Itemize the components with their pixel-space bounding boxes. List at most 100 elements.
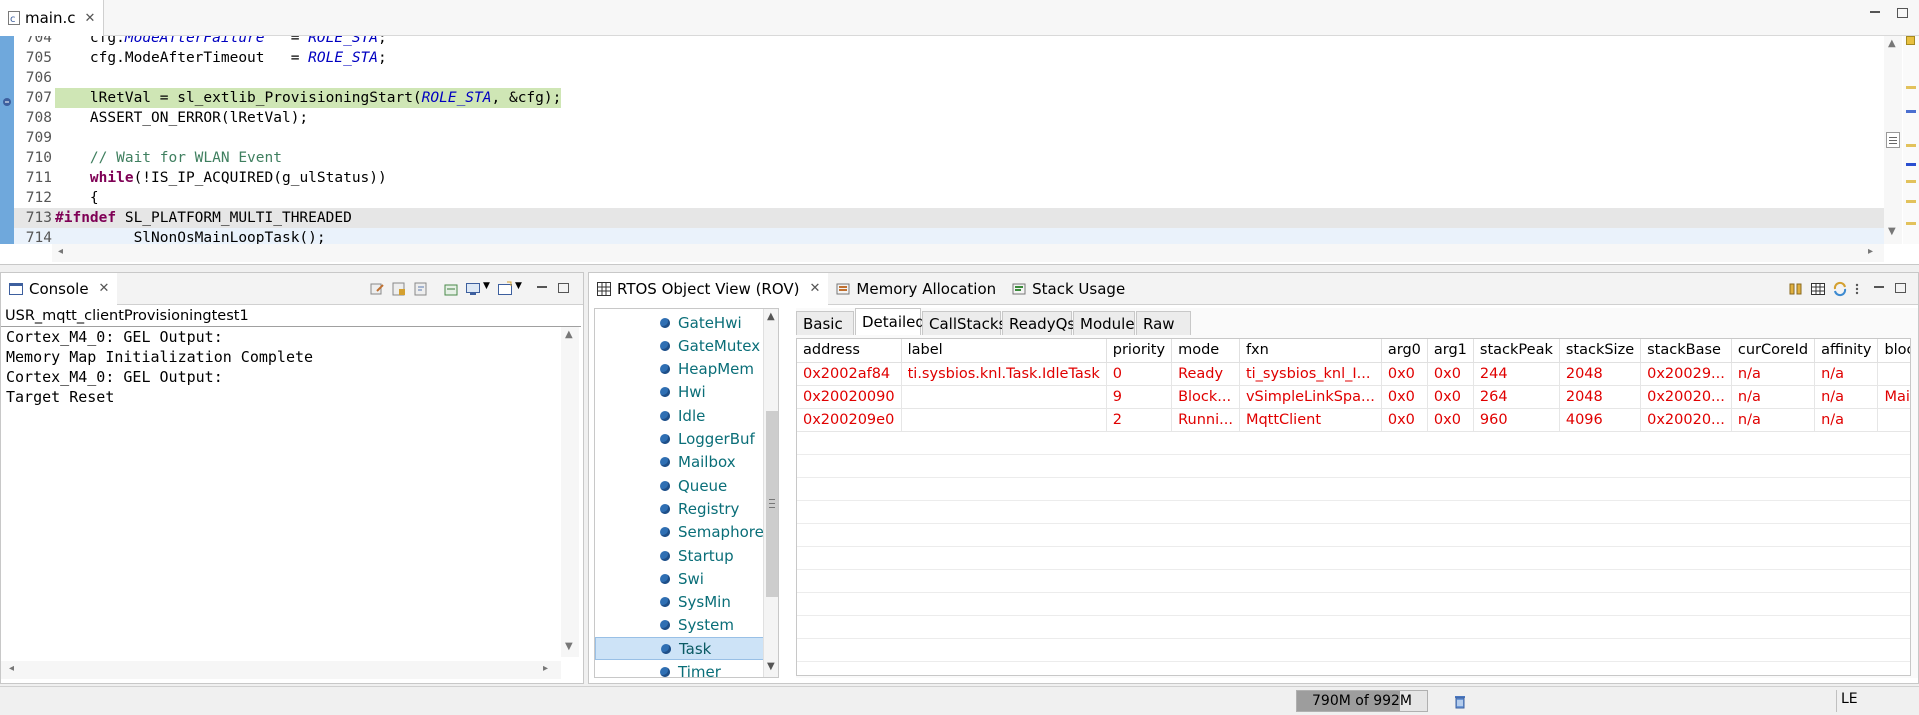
table-cell-label[interactable] (901, 385, 1107, 409)
table-icon[interactable] (1810, 281, 1826, 297)
subtab-readyqs[interactable]: ReadyQs (1002, 311, 1075, 335)
table-cell-stacksize[interactable]: 4096 (1559, 408, 1642, 432)
console-horizontal-scrollbar[interactable]: ◂ ▸ (1, 661, 561, 679)
code-editor[interactable]: 704 cfg.ModeAfterFailure = ROLE_STA; 705 … (0, 36, 1885, 244)
overview-mark[interactable] (1906, 163, 1916, 166)
scroll-up-icon[interactable]: ▲ (767, 311, 775, 322)
table-row[interactable]: 0x2002af84 ti.sysbios.knl.Task.IdleTask 0 R… (797, 362, 1910, 386)
table-cell-label[interactable] (901, 408, 1107, 432)
tree-item-registry[interactable]: Registry (595, 497, 770, 520)
table-cell-curcoreid[interactable]: n/a (1731, 385, 1816, 409)
code-line[interactable]: 709 (0, 128, 1885, 148)
table-cell-mode[interactable]: Ready (1171, 362, 1240, 386)
scroll-thumb[interactable] (766, 411, 778, 597)
close-icon[interactable]: ✕ (85, 11, 96, 26)
table-cell-stackbase[interactable]: 0x20020... (1640, 385, 1732, 409)
console-vertical-scrollbar[interactable]: ▲ ▼ (561, 327, 579, 657)
tree-item-semaphore[interactable]: Semaphore (595, 521, 770, 544)
code-line[interactable]: 708 ASSERT_ON_ERROR(lRetVal); (0, 108, 1885, 128)
scroll-down-icon[interactable]: ▼ (1888, 226, 1896, 237)
clear-console-icon[interactable] (369, 281, 385, 297)
minimize-icon[interactable] (535, 281, 551, 297)
subtab-basic[interactable]: Basic (796, 311, 854, 335)
word-wrap-icon[interactable] (413, 281, 429, 297)
column-header-priority[interactable]: priority (1106, 339, 1173, 363)
overview-mark[interactable] (1906, 222, 1916, 225)
table-cell-address[interactable]: 0x200209e0 (797, 408, 902, 432)
scroll-left-icon[interactable]: ◂ (58, 246, 63, 257)
tab-stack-usage[interactable]: Stack Usage (1004, 273, 1133, 305)
editor-tab-main-c[interactable]: c main.c ✕ (0, 0, 105, 36)
console-output[interactable]: Cortex_M4_0: GEL Output: Memory Map Init… (6, 327, 558, 657)
columns-icon[interactable] (1788, 281, 1804, 297)
table-cell-label[interactable]: ti.sysbios.knl.Task.IdleTask (901, 362, 1107, 386)
scroll-down-icon[interactable]: ▼ (565, 641, 573, 652)
column-header-stackbase[interactable]: stackBase (1640, 339, 1732, 363)
rov-module-tree[interactable]: GateHwi GateMutex HeapMem Hwi Idle LoggerBuf M… (594, 308, 779, 678)
table-cell-affinity[interactable]: n/a (1814, 385, 1879, 409)
table-cell-fxn[interactable]: ti_sysbios_knl_I... (1239, 362, 1382, 386)
tree-item-hwi[interactable]: Hwi (595, 381, 770, 404)
scroll-up-icon[interactable]: ▲ (565, 329, 573, 340)
table-cell-affinity[interactable]: n/a (1814, 408, 1879, 432)
column-header-curcoreid[interactable]: curCoreId (1731, 339, 1816, 363)
tree-item-gatemutex[interactable]: GateMutex (595, 334, 770, 357)
minimize-icon[interactable] (1872, 281, 1888, 297)
table-cell-affinity[interactable]: n/a (1814, 362, 1879, 386)
chevron-down-icon[interactable]: ▼ (483, 281, 491, 297)
overview-mark[interactable] (1906, 110, 1916, 113)
editor-vertical-scrollbar[interactable]: ▲ ▼ (1884, 36, 1902, 244)
tree-vertical-scrollbar[interactable]: ▲ ▼ (763, 309, 778, 677)
tree-item-gatehwi[interactable]: GateHwi (595, 311, 770, 334)
view-menu-icon[interactable] (1854, 281, 1862, 297)
code-line[interactable]: 705 cfg.ModeAfterTimeout = ROLE_STA; (0, 48, 1885, 68)
table-cell-stackbase[interactable]: 0x20020... (1640, 408, 1732, 432)
chevron-down-icon[interactable]: ▼ (515, 281, 523, 297)
heap-status[interactable]: 790M of 992M (1296, 690, 1428, 712)
column-header-stackpeak[interactable]: stackPeak (1473, 339, 1560, 363)
scroll-up-icon[interactable]: ▲ (1888, 38, 1896, 49)
table-cell-arg1[interactable]: 0x0 (1427, 362, 1474, 386)
overview-ruler[interactable] (1903, 36, 1919, 244)
open-console-icon[interactable] (497, 281, 513, 297)
column-header-fxn[interactable]: fxn (1239, 339, 1382, 363)
scroll-right-icon[interactable]: ▸ (543, 663, 548, 674)
scroll-down-icon[interactable]: ▼ (767, 661, 775, 672)
table-cell-stackbase[interactable]: 0x20029... (1640, 362, 1732, 386)
table-cell-arg1[interactable]: 0x0 (1427, 385, 1474, 409)
overview-mark[interactable] (1906, 180, 1916, 183)
tab-memory-allocation[interactable]: Memory Allocation (828, 273, 1004, 305)
table-cell-blockedon[interactable]: Mailbox_p... (1877, 385, 1910, 409)
table-cell-arg0[interactable]: 0x0 (1381, 362, 1428, 386)
table-row[interactable]: 0x200209e0 2 Runni... MqttClient 0x0 0x0 960 40… (797, 408, 1910, 432)
scroll-right-icon[interactable]: ▸ (1868, 246, 1873, 257)
maximize-icon[interactable] (1896, 6, 1910, 24)
tree-item-queue[interactable]: Queue (595, 474, 770, 497)
code-line[interactable]: 711 while(!IS_IP_ACQUIRED(g_ulStatus)) (0, 168, 1885, 188)
table-cell-arg0[interactable]: 0x0 (1381, 385, 1428, 409)
close-icon[interactable]: ✕ (99, 281, 110, 296)
table-cell-arg0[interactable]: 0x0 (1381, 408, 1428, 432)
table-cell-arg1[interactable]: 0x0 (1427, 408, 1474, 432)
tab-console[interactable]: Console ✕ (1, 272, 118, 305)
editor-horizontal-scrollbar[interactable]: ◂ ▸ (52, 244, 1884, 262)
table-cell-address[interactable]: 0x2002af84 (797, 362, 902, 386)
tree-item-startup[interactable]: Startup (595, 544, 770, 567)
column-header-label[interactable]: label (901, 339, 1107, 363)
table-cell-stacksize[interactable]: 2048 (1559, 362, 1642, 386)
maximize-icon[interactable] (557, 281, 573, 297)
tree-item-timer[interactable]: Timer (595, 661, 770, 677)
overview-mark[interactable] (1906, 144, 1916, 147)
code-line[interactable]: 712 { (0, 188, 1885, 208)
table-row[interactable]: 0x20020090 9 Block... vSimpleLinkSpa... 0x0 0… (797, 385, 1910, 409)
column-header-address[interactable]: address (797, 339, 902, 363)
table-cell-fxn[interactable]: vSimpleLinkSpa... (1239, 385, 1382, 409)
table-cell-stackpeak[interactable]: 244 (1473, 362, 1560, 386)
scroll-thumb[interactable] (1886, 132, 1900, 148)
warning-marker-icon[interactable] (1906, 36, 1915, 45)
table-cell-mode[interactable]: Runni... (1171, 408, 1240, 432)
column-header-affinity[interactable]: affinity (1814, 339, 1879, 363)
table-cell-blockedon[interactable] (1877, 408, 1910, 432)
code-line[interactable]: 707 lRetVal = sl_extlib_ProvisioningStar… (0, 88, 1885, 108)
tree-item-system[interactable]: System (595, 614, 770, 637)
